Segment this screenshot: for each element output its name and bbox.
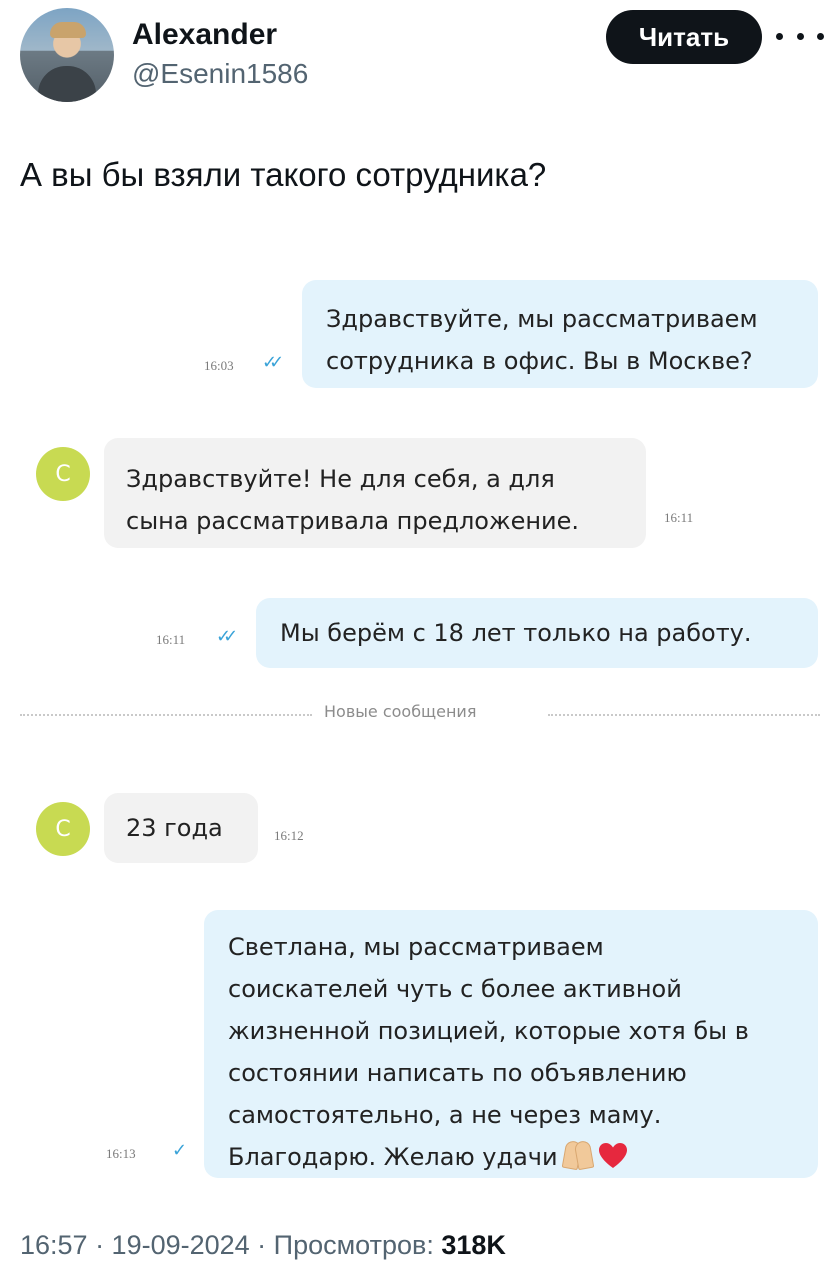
message-last-line: Благодарю. Желаю удачи [228,1136,818,1178]
message-line: Мы берём с 18 лет только на работу. [280,619,752,647]
more-options-icon[interactable] [776,22,824,50]
author-handle[interactable]: @Esenin1586 [132,58,308,90]
message-bubble-incoming: 23 года [104,793,258,863]
message-line: сотрудника в офис. Вы в Москве? [326,347,753,375]
message-line: состоянии написать по объявлению [228,1059,687,1087]
message-line: самостоятельно, а не через маму. [228,1101,662,1129]
message-time: 16:03 [204,358,234,373]
message-time: 16:11 [664,510,694,525]
follow-button[interactable]: Читать [606,10,762,64]
contact-avatar: С [36,447,90,501]
message-line: Светлана, мы рассматриваем [228,933,604,961]
message-time: 16:12 [274,828,304,843]
red-heart-icon [598,1143,627,1168]
read-ticks-icon: ✓✓ [216,626,238,647]
tweet-text: А вы бы взяли такого сотрудника? [20,156,547,193]
message-time: 16:11 [156,632,186,647]
tweet-timestamp[interactable]: 16:57 · 19-09-2024 · Просмотров: [20,1230,434,1260]
view-count[interactable]: 318K [441,1230,506,1260]
folded-hands-icon [560,1139,596,1171]
message-line: Благодарю. Желаю удачи [228,1143,558,1171]
message-bubble-outgoing: Светлана, мы рассматриваем соискателей ч… [204,910,818,1178]
author-avatar[interactable] [20,8,114,102]
contact-avatar: С [36,802,90,856]
tweet-meta: 16:57 · 19-09-2024 · Просмотров: 318K [20,1230,506,1261]
message-line: соискателей чуть с более активной [228,975,682,1003]
message-line: жизненной позицией, которые хотя бы в [228,1017,749,1045]
message-line: Здравствуйте, мы рассматриваем [326,305,758,333]
new-messages-label: Новые сообщения [324,702,477,721]
message-line: 23 года [126,814,223,842]
new-messages-divider: Новые сообщения [20,700,820,730]
avatar-hair [50,22,86,38]
chat-screenshot: 16:03 ✓✓ Здравствуйте, мы рассматриваем … [20,250,820,1210]
divider-line [20,714,312,716]
divider-line [548,714,820,716]
read-ticks-icon: ✓✓ [262,352,284,373]
message-bubble-outgoing: Мы берём с 18 лет только на работу. [256,598,818,668]
message-line: Здравствуйте! Не для себя, а для [126,465,555,493]
message-bubble-outgoing: Здравствуйте, мы рассматриваем сотрудник… [302,280,818,388]
avatar-shirt [38,66,96,102]
message-bubble-incoming: Здравствуйте! Не для себя, а для сына ра… [104,438,646,548]
sent-check-icon: ✓ [172,1140,188,1161]
message-time: 16:13 [106,1146,136,1161]
author-display-name[interactable]: Alexander [132,18,277,52]
message-line: сына рассматривала предложение. [126,507,580,535]
